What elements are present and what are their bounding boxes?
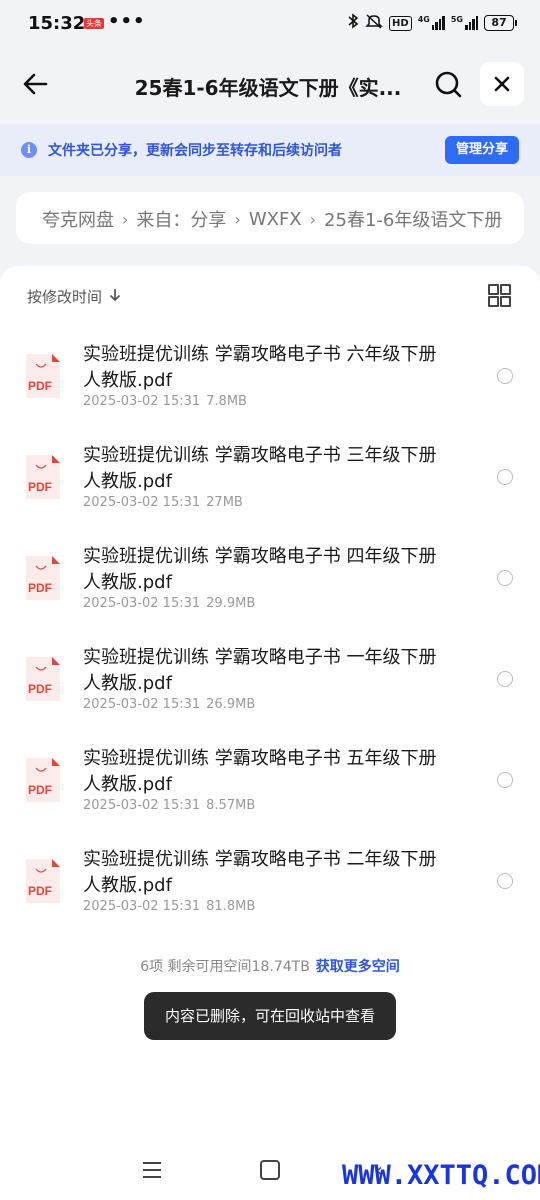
file-list: PDF 实验班提优训练 学霸攻略电子书 六年级下册人教版.pdf 2025-03…: [0, 330, 540, 936]
file-name: 实验班提优训练 学霸攻略电子书 四年级下册人教版.pdf: [83, 546, 437, 593]
battery-icon: 87: [484, 15, 517, 31]
file-meta: 2025-03-02 15:31 29.9MB: [83, 596, 255, 611]
signal-5g-icon: 5G: [451, 16, 478, 30]
file-meta: 2025-03-02 15:31 8.57MB: [83, 798, 255, 813]
chevron-right-icon: ›: [234, 209, 241, 229]
svg-text:PDF: PDF: [28, 884, 52, 898]
watermark: WWW.XXTTQ.COM: [342, 1160, 540, 1191]
svg-text:PDF: PDF: [28, 682, 52, 696]
select-radio[interactable]: [497, 469, 513, 485]
close-icon: [494, 76, 510, 92]
sort-button[interactable]: 按修改时间: [27, 286, 122, 307]
svg-text:PDF: PDF: [28, 379, 52, 393]
file-date: 2025-03-02 15:31: [83, 899, 201, 914]
breadcrumb-item-home[interactable]: 夸克网盘: [42, 206, 114, 232]
back-button[interactable]: [20, 68, 52, 100]
file-size: 29.9MB: [206, 596, 256, 611]
file-date: 2025-03-02 15:31: [83, 596, 201, 611]
file-name: 实验班提优训练 学霸攻略电子书 一年级下册人教版.pdf: [83, 647, 437, 694]
breadcrumb-item-from-share[interactable]: 来自：分享: [136, 206, 226, 232]
menu-icon[interactable]: [143, 1162, 161, 1178]
file-name: 实验班提优训练 学霸攻略电子书 三年级下册人教版.pdf: [83, 445, 437, 492]
storage-summary-text: 6项 剩余可用空间18.74TB: [140, 959, 310, 975]
file-date: 2025-03-02 15:31: [83, 495, 201, 510]
file-meta: 2025-03-02 15:31 7.8MB: [83, 394, 247, 409]
signal-4g-icon: 4G: [418, 16, 445, 30]
file-row[interactable]: PDF 实验班提优训练 学霸攻略电子书 三年级下册人教版.pdf 2025-03…: [0, 431, 540, 532]
file-row[interactable]: PDF 实验班提优训练 学霸攻略电子书 二年级下册人教版.pdf 2025-03…: [0, 835, 540, 936]
chevron-right-icon: ›: [122, 209, 129, 229]
svg-text:PDF: PDF: [28, 480, 52, 494]
file-row[interactable]: PDF 实验班提优训练 学霸攻略电子书 一年级下册人教版.pdf 2025-03…: [0, 633, 540, 734]
file-size: 26.9MB: [206, 697, 256, 712]
sort-label: 按修改时间: [27, 288, 103, 306]
file-meta: 2025-03-02 15:31 27MB: [83, 495, 243, 510]
select-radio[interactable]: [497, 671, 513, 687]
search-button[interactable]: [432, 68, 464, 100]
more-notifications-icon: •••: [108, 11, 146, 32]
storage-summary: 6项 剩余可用空间18.74TB 获取更多空间: [0, 956, 540, 976]
pdf-file-icon: PDF: [24, 554, 62, 602]
hd-icon: HD: [389, 15, 412, 31]
toast-message: 内容已删除，可在回收站中查看: [144, 992, 396, 1040]
sort-down-arrow-icon: [108, 288, 122, 306]
notification-badge: 头条: [84, 18, 104, 29]
file-meta: 2025-03-02 15:31 81.8MB: [83, 899, 255, 914]
file-size: 27MB: [206, 495, 243, 510]
svg-text:PDF: PDF: [28, 783, 52, 797]
file-row[interactable]: PDF 实验班提优训练 学霸攻略电子书 六年级下册人教版.pdf 2025-03…: [0, 330, 540, 431]
select-radio[interactable]: [497, 873, 513, 889]
pdf-file-icon: PDF: [24, 655, 62, 703]
select-radio[interactable]: [497, 570, 513, 586]
back-arrow-icon: [23, 73, 48, 95]
status-bar: 15:32 头条 ••• HD 4G 5G 87: [0, 0, 540, 50]
file-meta: 2025-03-02 15:31 26.9MB: [83, 697, 255, 712]
info-icon: i: [21, 142, 37, 158]
breadcrumb: 夸克网盘 › 来自：分享 › WXFX › 25春1-6年级语文下册: [16, 192, 524, 244]
get-more-space-link[interactable]: 获取更多空间: [316, 959, 400, 975]
file-name: 实验班提优训练 学霸攻略电子书 二年级下册人教版.pdf: [83, 849, 437, 896]
file-date: 2025-03-02 15:31: [83, 394, 201, 409]
grid-view-icon[interactable]: [488, 284, 511, 307]
pdf-file-icon: PDF: [24, 756, 62, 804]
status-time: 15:32: [28, 13, 86, 34]
file-name: 实验班提优训练 学霸攻略电子书 六年级下册人教版.pdf: [83, 344, 437, 391]
share-notice-text: 文件夹已分享，更新会同步至转存和后续访问者: [48, 143, 342, 159]
select-radio[interactable]: [497, 368, 513, 384]
manage-share-button[interactable]: 管理分享: [445, 136, 519, 164]
file-date: 2025-03-02 15:31: [83, 798, 201, 813]
page-title: 25春1-6年级语文下册《实...: [134, 76, 402, 100]
file-size: 8.57MB: [206, 798, 256, 813]
close-button[interactable]: [480, 62, 524, 106]
home-icon[interactable]: [260, 1160, 280, 1180]
breadcrumb-item-wxfx[interactable]: WXFX: [249, 209, 302, 230]
svg-text:PDF: PDF: [28, 581, 52, 595]
search-icon: [435, 71, 462, 98]
file-row[interactable]: PDF 实验班提优训练 学霸攻略电子书 四年级下册人教版.pdf 2025-03…: [0, 532, 540, 633]
chevron-right-icon: ›: [309, 209, 317, 229]
status-icons: HD 4G 5G 87: [347, 13, 517, 33]
file-date: 2025-03-02 15:31: [83, 697, 201, 712]
file-row[interactable]: PDF 实验班提优训练 学霸攻略电子书 五年级下册人教版.pdf 2025-03…: [0, 734, 540, 835]
mute-icon: [365, 13, 383, 33]
file-size: 81.8MB: [206, 899, 256, 914]
pdf-file-icon: PDF: [24, 453, 62, 501]
breadcrumb-item-current[interactable]: 25春1-6年级语文下册: [324, 206, 502, 232]
pdf-file-icon: PDF: [24, 857, 62, 905]
header: 25春1-6年级语文下册《实...: [0, 50, 540, 122]
bluetooth-icon: [347, 13, 359, 33]
file-name: 实验班提优训练 学霸攻略电子书 五年级下册人教版.pdf: [83, 748, 437, 795]
file-list-panel: 按修改时间 PDF 实验班提优训练 学霸攻略电子书 六年级下册人教版.pdf 2…: [0, 266, 540, 1200]
pdf-file-icon: PDF: [24, 352, 62, 400]
select-radio[interactable]: [497, 772, 513, 788]
file-size: 7.8MB: [206, 394, 247, 409]
